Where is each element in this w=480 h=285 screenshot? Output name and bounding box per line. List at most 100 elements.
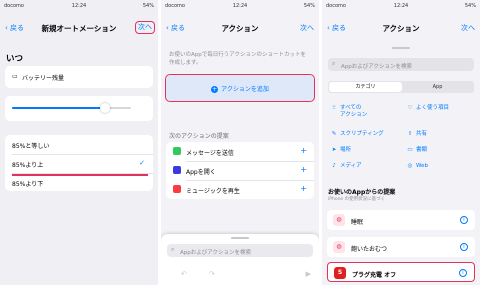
category-item[interactable]: ⇧ 共有 [406, 131, 427, 138]
category-label: 共有 [416, 131, 428, 137]
sheet-grabber[interactable] [231, 237, 249, 239]
battery-label: 54% [303, 3, 315, 9]
category-label: 場所 [340, 147, 352, 153]
redo-icon[interactable]: ↷ [209, 270, 215, 278]
search-icon: ⌕ [332, 60, 336, 67]
slider-knob[interactable] [99, 103, 110, 113]
plus-circle-icon: + [211, 86, 219, 93]
plug-app-icon: S [334, 267, 346, 279]
condition-label: 85%と等しい [12, 143, 50, 150]
info-icon[interactable]: i [460, 243, 468, 251]
panel-new-automation: docomo 12:24 54% ‹ 戻る 新規オートメーション 次へ いつ ▭… [0, 0, 158, 285]
row-divider [186, 161, 314, 162]
suggestions-list: メッセージを送信 + Appを開く + ミュージックを再生 + [166, 142, 314, 199]
segment-app[interactable]: App [402, 82, 473, 92]
clock: 12:24 [71, 3, 87, 9]
messages-icon [173, 147, 181, 155]
row-divider [186, 180, 314, 181]
open-app-icon [173, 166, 181, 174]
media-icon: ♪ [332, 163, 336, 169]
condition-list: 85%と等しい 85%より上 ✓ 85%より下 [5, 135, 153, 191]
suggestion-row[interactable]: ミュージックを再生 + [166, 180, 314, 199]
info-icon[interactable]: i [459, 269, 467, 277]
category-label: スクリプティング [340, 131, 384, 137]
app-suggestion-label: プラグ充電 オフ [352, 272, 397, 279]
checkmark-icon: ✓ [139, 159, 145, 167]
condition-option[interactable]: 85%より下 [5, 171, 153, 195]
grid-icon: ⁝⁝ [332, 105, 336, 111]
music-icon [173, 185, 181, 193]
battery-icon: ▭ [12, 73, 18, 80]
section-heading: いつ [6, 54, 24, 64]
category-item[interactable]: ▭ 書類 [406, 147, 427, 154]
clock: 12:24 [393, 3, 409, 9]
search-field[interactable]: ⌕ Appおよびアクションを検索 [328, 58, 474, 71]
next-button[interactable]: 次へ [461, 23, 475, 33]
heart-icon: ♡ [407, 105, 413, 111]
app-suggestion-label: 飽いたおむつ [351, 246, 388, 253]
next-button[interactable]: 次へ [135, 21, 155, 34]
document-icon: ▭ [407, 147, 413, 153]
app-suggestion-row[interactable]: ◍ 睡眠 i [327, 210, 475, 230]
search-placeholder: Appおよびアクションを検索 [341, 63, 412, 70]
condition-label: 85%より上 [12, 162, 44, 169]
suggestion-label: メッセージを送信 [186, 150, 234, 157]
info-icon[interactable]: i [460, 216, 468, 224]
category-item[interactable]: ♡ よく使う項目 [406, 105, 449, 112]
row-divider [12, 154, 153, 155]
search-placeholder: Appおよびアクションを検索 [180, 249, 251, 256]
status-bar: docomo 12:24 54% [0, 0, 158, 12]
nav-bar: ‹ 戻る アクション 次へ [322, 18, 480, 40]
app-suggestion-row[interactable]: S プラグ充電 オフ i [327, 262, 475, 282]
status-bar: docomo 12:24 54% [322, 0, 480, 12]
add-icon[interactable]: + [300, 165, 307, 174]
condition-label: 85%より下 [12, 181, 44, 188]
app-suggestion-row[interactable]: ◍ 飽いたおむつ i [327, 237, 475, 257]
search-icon: ⌕ [171, 246, 175, 253]
clock: 12:24 [232, 3, 248, 9]
search-sheet: ⌕ Appおよびアクションを検索 ↶ ↷ ▶ [161, 234, 319, 285]
apps-title: お使いのAppからの提案 [328, 189, 396, 196]
nav-bar: ‹ 戻る アクション 次へ [161, 18, 319, 40]
scripting-icon: ✎ [331, 131, 337, 137]
nav-bar: ‹ 戻る 新規オートメーション 次へ [0, 18, 158, 40]
category-item[interactable]: ➤ 場所 [330, 147, 351, 154]
add-action-button[interactable]: + アクションを追加 [165, 74, 315, 102]
suggestion-row[interactable]: Appを開く + [166, 161, 314, 180]
app-suggestion-label: 睡眠 [351, 219, 364, 226]
battery-label: 54% [142, 3, 154, 9]
compass-icon: ◎ [407, 163, 413, 169]
add-icon[interactable]: + [300, 146, 307, 155]
next-button[interactable]: 次へ [300, 23, 314, 33]
page-title: アクション [382, 24, 420, 33]
category-item[interactable]: ⁝⁝ すべての アクション [330, 105, 367, 119]
sheet-grabber[interactable] [392, 47, 410, 49]
category-item[interactable]: ♪ メディア [330, 163, 362, 170]
slider-card [5, 96, 153, 121]
suggestion-label: ミュージックを再生 [186, 188, 240, 195]
category-label: よく使う項目 [416, 105, 450, 111]
battery-slider[interactable] [12, 103, 131, 113]
segment-category[interactable]: カテゴリ [329, 82, 402, 92]
category-label: メディア [340, 163, 362, 169]
add-icon[interactable]: + [300, 184, 307, 193]
suggestion-row[interactable]: メッセージを送信 + [166, 142, 314, 161]
location-icon: ➤ [331, 147, 337, 153]
apps-subtitle: iPhone の使用状況に基づく [328, 197, 386, 202]
trigger-label: バッテリー残量 [22, 75, 65, 82]
status-bar: docomo 12:24 54% [161, 0, 319, 12]
row-divider [12, 173, 153, 174]
category-label: 書類 [416, 147, 428, 153]
battery-label: 54% [464, 3, 476, 9]
play-icon[interactable]: ▶ [306, 270, 311, 278]
suggestions-title: 次のアクションの提案 [169, 133, 229, 140]
category-item[interactable]: ◎ Web [406, 163, 428, 170]
diaper-app-icon: ◍ [333, 241, 345, 253]
category-item[interactable]: ✎ スクリプティング [330, 131, 384, 138]
page-title: アクション [221, 24, 259, 33]
panel-actions: docomo 12:24 54% ‹ 戻る アクション 次へ お使いのAppで毎… [161, 0, 319, 285]
trigger-card[interactable]: ▭ バッテリー残量 [5, 66, 153, 88]
suggestion-label: Appを開く [186, 169, 216, 176]
undo-icon[interactable]: ↶ [181, 270, 187, 278]
search-field[interactable]: ⌕ Appおよびアクションを検索 [167, 244, 313, 257]
